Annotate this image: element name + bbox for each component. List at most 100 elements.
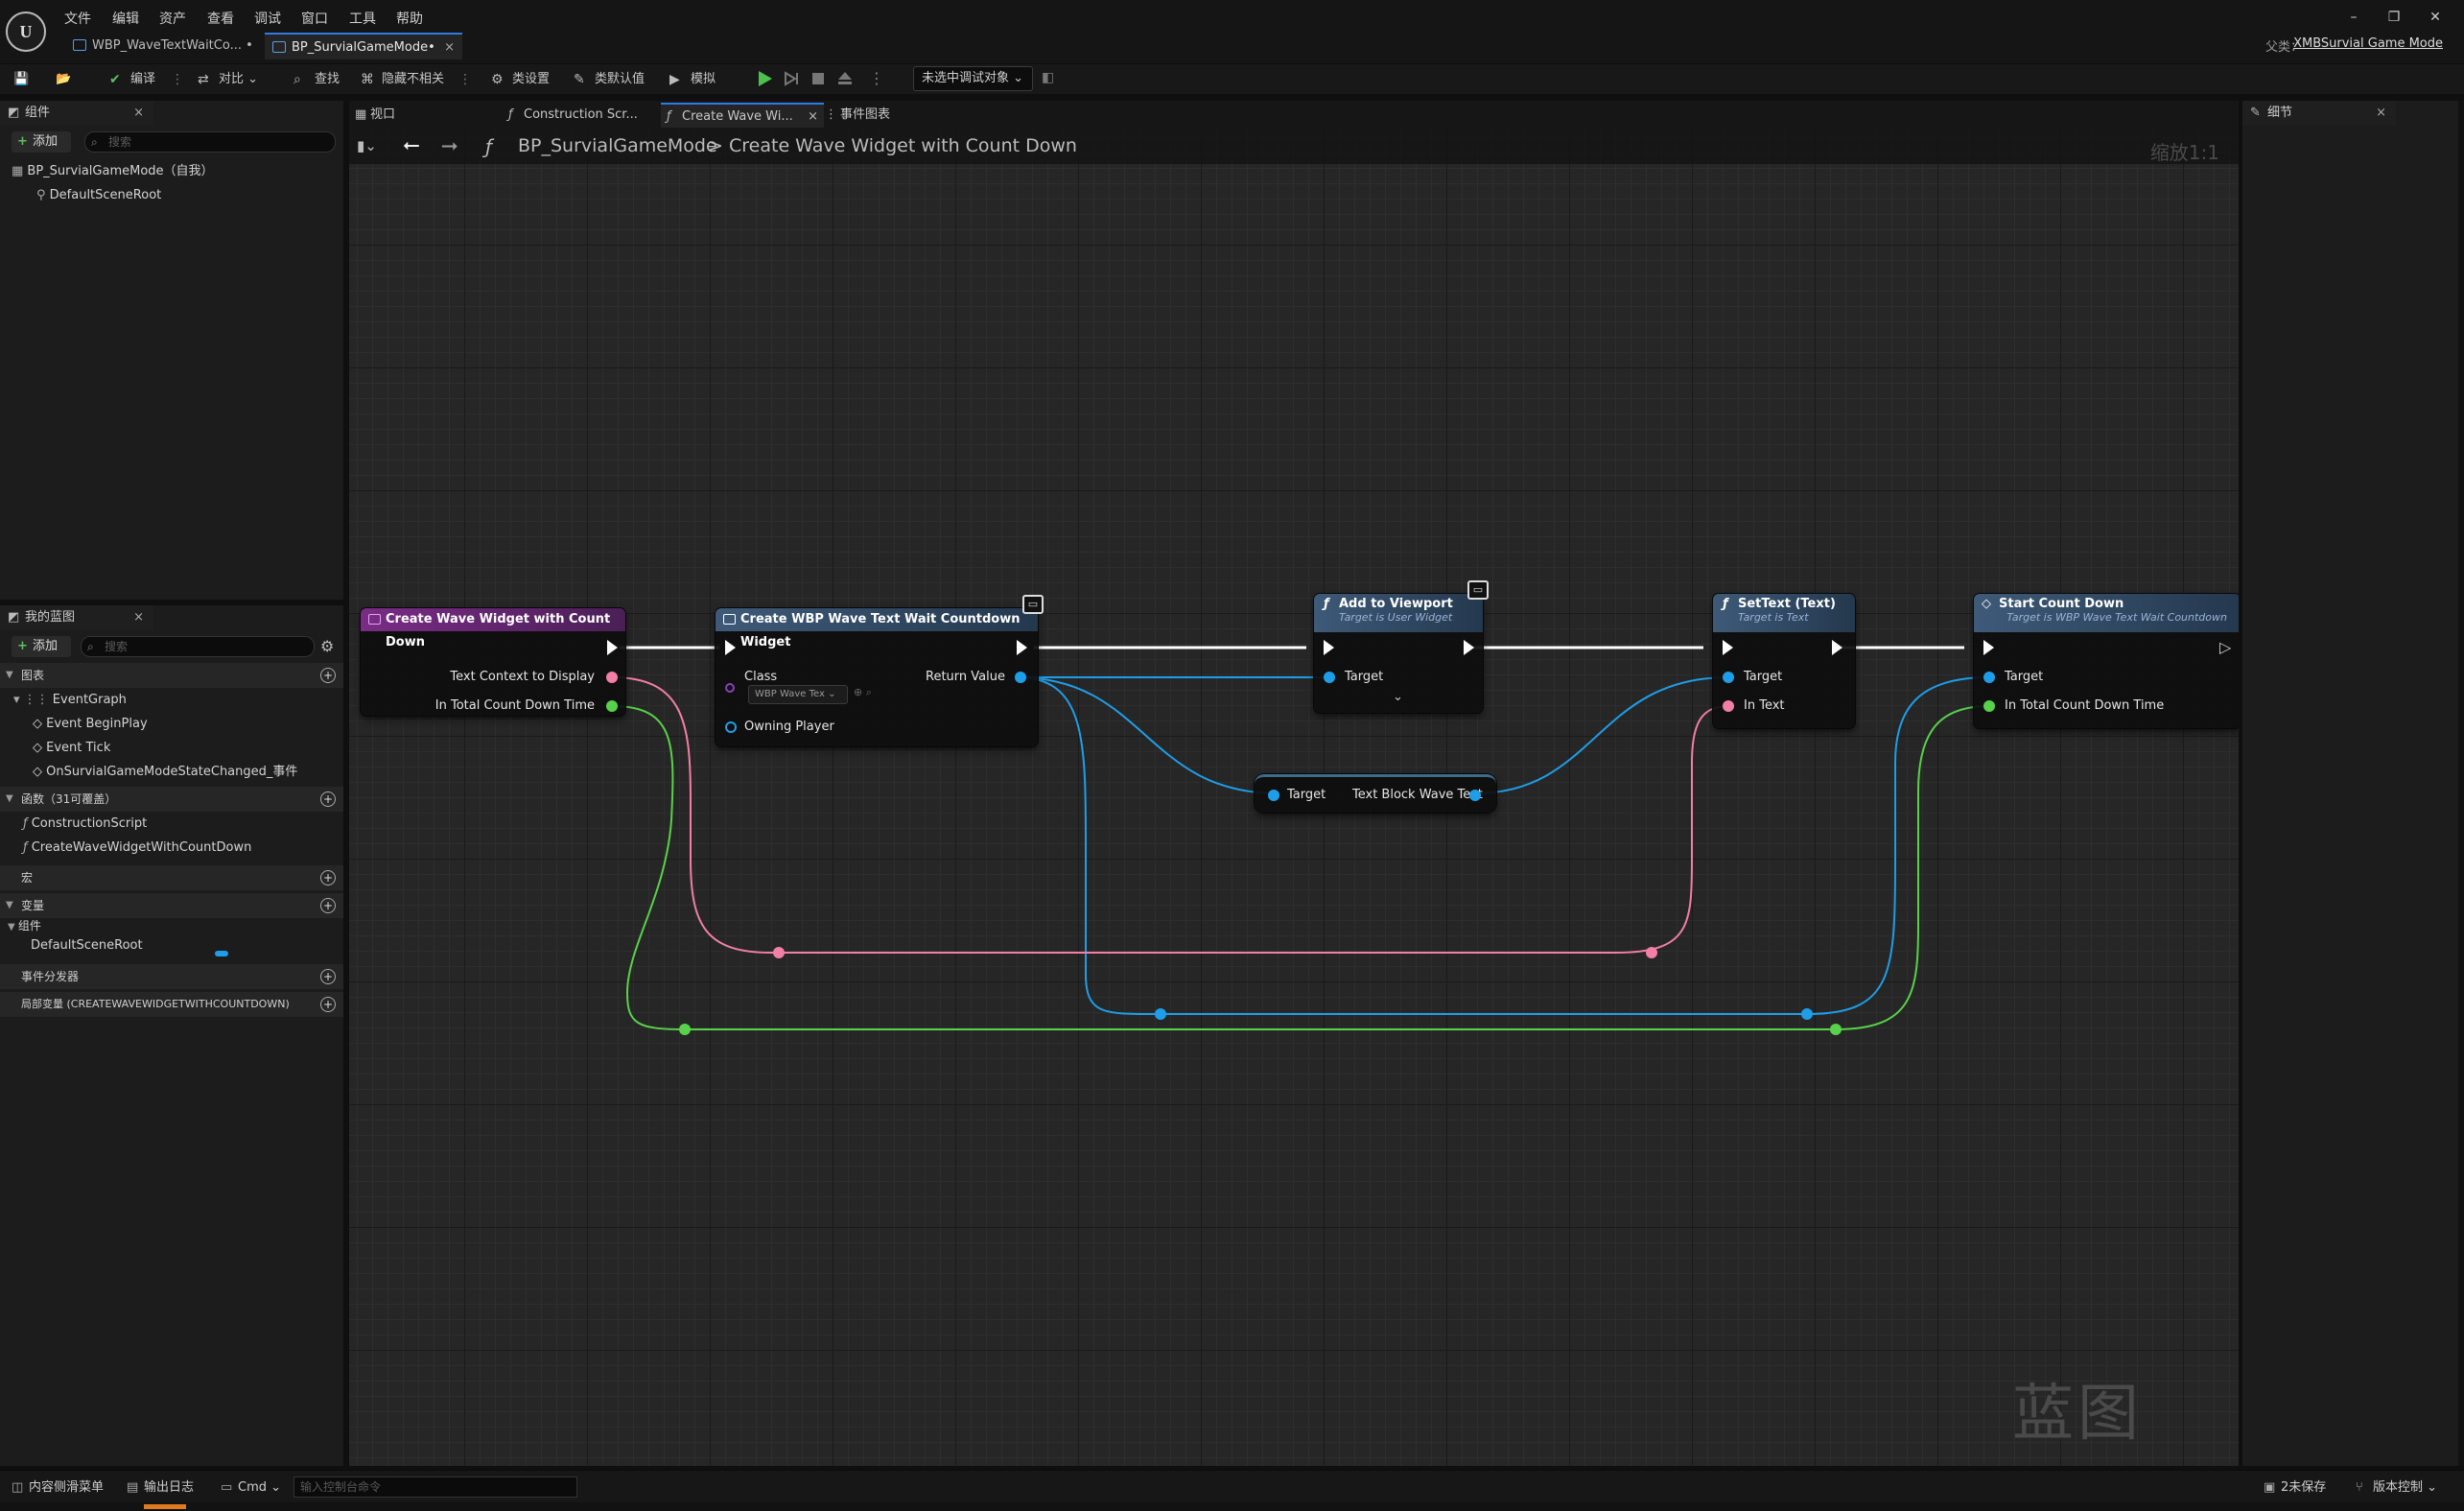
add-to-viewport-node[interactable]: ƒ Add to Viewport Target is User Widget … — [1314, 594, 1483, 713]
section-macros[interactable]: 宏 + — [0, 865, 343, 890]
diff-button[interactable]: ⇄ 对比 ⌄ — [196, 68, 258, 91]
add-graph-icon[interactable]: + — [320, 668, 336, 683]
unreal-logo-icon[interactable]: U — [6, 12, 46, 52]
class-pin[interactable] — [725, 683, 735, 693]
section-dispatchers[interactable]: 事件分发器 + — [0, 964, 343, 989]
menu-view[interactable]: 查看 — [207, 9, 234, 30]
hide-unrelated-button[interactable]: ⌘ 隐藏不相关 — [359, 68, 444, 91]
exec-out-pin[interactable]: ▷ — [2219, 638, 2231, 656]
browse-icon[interactable]: 📂 — [56, 68, 71, 91]
section-graphs[interactable]: ▼ 图表 + — [0, 663, 343, 688]
menu-edit[interactable]: 编辑 — [112, 9, 139, 30]
close-icon[interactable]: × — [2376, 101, 2386, 126]
exec-out-pin[interactable] — [1832, 640, 1842, 655]
exec-out-pin[interactable] — [1464, 640, 1474, 655]
exec-in-pin[interactable] — [725, 640, 736, 655]
chevron-down-icon[interactable]: ⌄ — [1393, 690, 1403, 704]
object-pin[interactable] — [1469, 790, 1481, 801]
breadcrumb-root[interactable]: BP_SurvialGameMode — [518, 135, 717, 156]
component-root-row[interactable]: ▦ BP_SurvialGameMode（自我） — [12, 160, 214, 183]
section-variables[interactable]: ▼ 变量 + — [0, 893, 343, 918]
find-button[interactable]: ⌕ 查找 — [292, 68, 340, 91]
debug-filter-icon[interactable]: ◧ — [1042, 70, 1054, 85]
object-pin[interactable] — [1983, 672, 1995, 683]
menu-asset[interactable]: 资产 — [159, 9, 186, 30]
tab-construction-script[interactable]: ƒ Construction Scr... — [503, 103, 656, 128]
section-local-variables[interactable]: 局部变量 (CREATEWAVEWIDGETWITHCOUNTDOWN) + — [0, 992, 343, 1017]
tab-create-wave[interactable]: ƒ Create Wave Wi... × — [661, 103, 824, 128]
float-pin[interactable] — [1983, 700, 1995, 712]
variable-item-scene-root[interactable]: DefaultSceneRoot — [31, 934, 143, 957]
object-pin[interactable] — [1268, 790, 1279, 801]
class-defaults-button[interactable]: ✎ 类默认值 — [572, 68, 645, 91]
exec-in-pin[interactable] — [1983, 640, 1994, 655]
graph-item-tick[interactable]: ◇ Event Tick — [33, 737, 110, 760]
play-icon[interactable] — [756, 70, 773, 87]
graph-item-beginplay[interactable]: ◇ Event BeginPlay — [33, 713, 148, 736]
close-icon[interactable]: × — [444, 35, 455, 61]
object-pin[interactable] — [1324, 672, 1335, 683]
eject-icon[interactable] — [836, 70, 854, 87]
bookmark-icon[interactable]: ▮⌄ — [357, 137, 377, 154]
menu-help[interactable]: 帮助 — [396, 9, 423, 30]
close-icon[interactable]: × — [133, 605, 144, 630]
my-blueprint-search-input[interactable]: ⌕ 搜索 — [81, 636, 315, 657]
function-item-createwave[interactable]: ƒ CreateWaveWidgetWithCountDown — [23, 837, 251, 860]
graph-item-state-changed[interactable]: ◇ OnSurvialGameModeStateChanged_事件 — [33, 761, 297, 784]
float-pin[interactable] — [606, 700, 618, 712]
details-tab[interactable]: ✎ 细节 × — [2242, 101, 2396, 126]
more-icon[interactable]: ⋮ — [869, 69, 884, 87]
tab-event-graph[interactable]: ⋮⋮ 事件图表 — [819, 103, 953, 128]
gear-icon[interactable]: ⚙ — [320, 637, 334, 655]
cmd-select[interactable]: ▭ Cmd ⌄ — [217, 1478, 281, 1498]
minimize-button[interactable]: – — [2336, 6, 2371, 29]
blueprint-graph-canvas[interactable]: ▮⌄ ⭠ ⭢ ƒ BP_SurvialGameMode > Create Wav… — [349, 130, 2239, 1466]
my-blueprint-tab[interactable]: ◩ 我的蓝图 × — [0, 605, 153, 630]
add-member-button[interactable]: + 添加 — [12, 636, 71, 657]
more-icon[interactable]: ⋮ — [458, 72, 472, 87]
object-pin[interactable] — [1015, 672, 1026, 683]
start-count-down-node[interactable]: ◇ Start Count Down Target is WBP Wave Te… — [1974, 594, 2239, 728]
menu-window[interactable]: 窗口 — [301, 9, 328, 30]
back-arrow-icon[interactable]: ⭠ — [403, 133, 420, 157]
add-macro-icon[interactable]: + — [320, 870, 336, 885]
menu-tools[interactable]: 工具 — [349, 9, 376, 30]
add-function-icon[interactable]: + — [320, 791, 336, 807]
set-text-node[interactable]: ƒ SetText (Text) Target is Text Target I… — [1713, 594, 1855, 728]
menu-file[interactable]: 文件 — [64, 9, 91, 30]
output-log-button[interactable]: ▤ 输出日志 — [123, 1478, 194, 1498]
function-item-construction[interactable]: ƒ ConstructionScript — [23, 813, 147, 836]
section-functions[interactable]: ▼ 函数（31可覆盖） + — [0, 787, 343, 812]
function-entry-node[interactable]: Create Wave Widget with Count Down Text … — [361, 608, 625, 716]
source-control-button[interactable]: ⑂ 版本控制 ⌄ — [2352, 1478, 2437, 1498]
tab-viewport[interactable]: ▦ 视口 — [349, 103, 483, 128]
close-icon[interactable]: × — [808, 105, 818, 130]
create-widget-node[interactable]: Create WBP Wave Text Wait Countdown Widg… — [716, 608, 1038, 746]
simulate-button[interactable]: ▶ 模拟 — [668, 68, 716, 91]
compile-button[interactable]: ✔ 编译 — [107, 68, 155, 91]
components-search-input[interactable]: ⌕ 搜索 — [84, 131, 336, 153]
exec-in-pin[interactable] — [1723, 640, 1733, 655]
doc-tab-bp-gamemode[interactable]: BP_SurvialGameMode• × — [265, 33, 462, 59]
components-tab[interactable]: ◩ 组件 × — [0, 101, 153, 126]
get-text-block-node[interactable]: Target Text Block Wave Text — [1255, 774, 1496, 813]
close-window-button[interactable]: ✕ — [2418, 6, 2452, 29]
scrollbar[interactable] — [2458, 101, 2464, 1466]
menu-debug[interactable]: 调试 — [254, 9, 281, 30]
class-settings-button[interactable]: ⚙ 类设置 — [489, 68, 550, 91]
more-icon[interactable]: ⋮ — [171, 72, 184, 87]
text-pin[interactable] — [606, 672, 618, 683]
console-command-input[interactable]: 输入控制台命令 — [293, 1476, 577, 1498]
content-drawer-button[interactable]: ◫ 内容侧滑菜单 — [8, 1478, 104, 1498]
stop-icon[interactable] — [810, 70, 827, 87]
exec-out-pin[interactable] — [1017, 640, 1027, 655]
graph-item-eventgraph[interactable]: ▾ ⋮⋮ EventGraph — [13, 689, 127, 712]
exec-out-pin[interactable] — [607, 640, 618, 655]
close-icon[interactable]: × — [133, 101, 144, 126]
object-pin[interactable] — [1723, 672, 1734, 683]
debug-object-select[interactable]: 未选中调试对象 ⌄ — [913, 66, 1033, 91]
exec-in-pin[interactable] — [1324, 640, 1334, 655]
add-component-button[interactable]: + 添加 — [12, 131, 71, 153]
doc-tab-wbp-wave[interactable]: WBP_WaveTextWaitCo... • — [65, 33, 257, 59]
component-child-row[interactable]: ⚲ DefaultSceneRoot — [36, 184, 161, 207]
